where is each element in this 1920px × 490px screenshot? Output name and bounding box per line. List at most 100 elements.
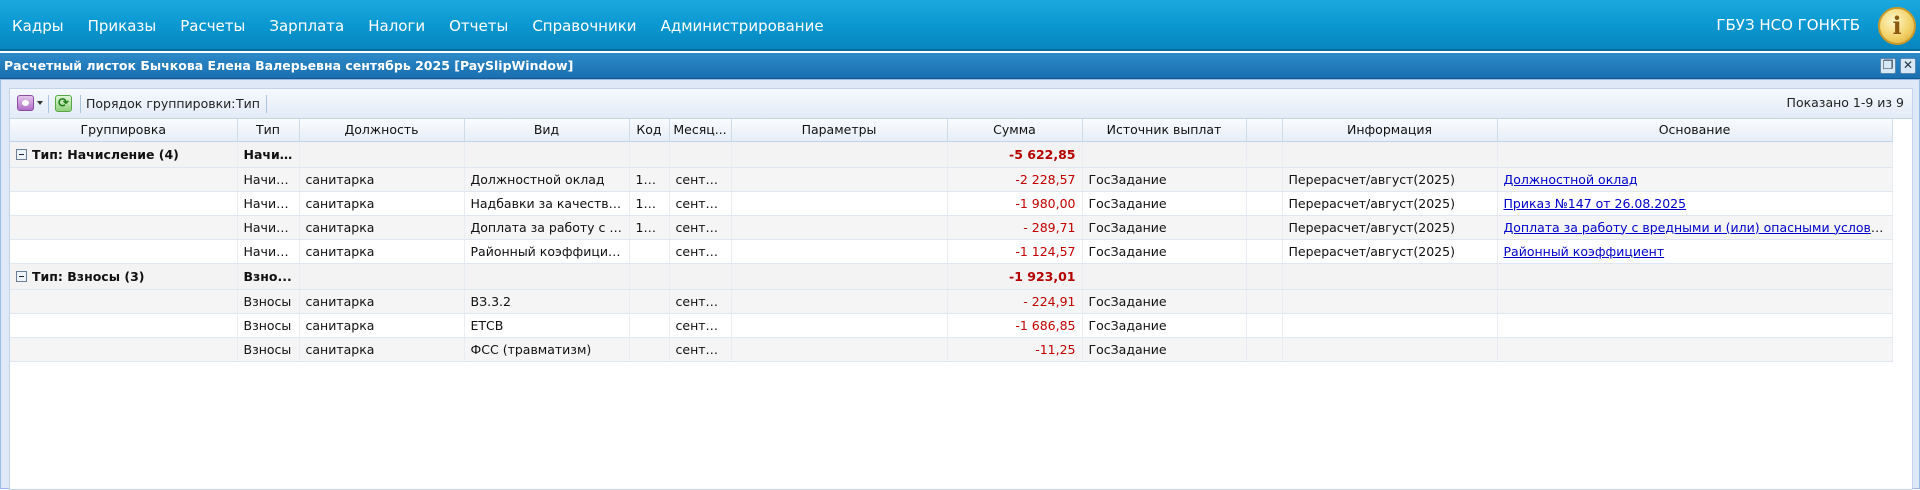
- sum-cell: - 224,91: [947, 289, 1083, 314]
- params-cell: [731, 313, 948, 338]
- sum-cell: - 289,71: [947, 215, 1083, 240]
- column-header-sum[interactable]: Сумма: [947, 119, 1083, 142]
- table-row[interactable]: Начис... санитарка Доплата за работу с в…: [10, 215, 1893, 240]
- menu-item-nalogi[interactable]: Налоги: [356, 17, 437, 35]
- source-cell: ГосЗадание: [1082, 289, 1247, 314]
- info-icon[interactable]: i: [1878, 7, 1916, 45]
- basis-cell: [1497, 313, 1893, 338]
- table-row[interactable]: Начис... санитарка Районный коэффициент …: [10, 239, 1893, 264]
- basis-link[interactable]: Приказ №147 от 26.08.2025: [1504, 196, 1687, 211]
- info-cell: Перерасчет/август(2025): [1282, 239, 1498, 264]
- grouping-order-label: Порядок группировки:: [86, 96, 236, 111]
- basis-cell: Доплата за работу с вредными и (или) опа…: [1497, 215, 1893, 240]
- params-cell: [731, 191, 948, 216]
- group-row-contributions[interactable]: Тип: Взносы (3) Взно... -1 923,01: [10, 263, 1893, 290]
- params-cell: [731, 239, 948, 264]
- group-sum-cell: -5 622,85: [947, 141, 1083, 168]
- table-header-row: Группировка Тип Должность Вид Код Месяц.…: [10, 119, 1893, 142]
- collapse-icon[interactable]: [16, 270, 27, 282]
- position-cell: санитарка: [299, 337, 465, 362]
- group-label: Тип: Начисление (4): [32, 146, 179, 162]
- params-cell: [731, 167, 948, 192]
- position-cell: санитарка: [299, 167, 465, 192]
- source-cell: ГосЗадание: [1082, 239, 1247, 264]
- column-header-kind[interactable]: Вид: [464, 119, 630, 142]
- type-cell: Начис...: [237, 191, 300, 216]
- basis-cell: Приказ №147 от 26.08.2025: [1497, 191, 1893, 216]
- type-cell: Начис...: [237, 239, 300, 264]
- table-row[interactable]: Взносы санитарка ЕТСВ сентя... -1 686,85…: [10, 313, 1893, 338]
- toolbar-separator: [80, 95, 81, 113]
- code-cell: [629, 239, 670, 264]
- info-cell: Перерасчет/август(2025): [1282, 215, 1498, 240]
- type-cell: Взносы: [237, 313, 300, 338]
- refresh-button[interactable]: ⟳: [52, 93, 74, 113]
- close-button[interactable]: ✕: [1900, 58, 1916, 74]
- grid-toolbar: ⟳ Порядок группировки: Тип Показано 1-9 …: [9, 88, 1913, 118]
- position-cell: санитарка: [299, 215, 465, 240]
- gear-icon: [17, 95, 34, 111]
- menu-item-kadry[interactable]: Кадры: [0, 17, 76, 35]
- kind-cell: Доплата за работу с в...: [464, 215, 630, 240]
- basis-cell: Должностной оклад: [1497, 167, 1893, 192]
- group-label-cell: Тип: Начисление (4): [10, 141, 238, 168]
- toolbar-separator: [48, 95, 49, 113]
- table-row[interactable]: Взносы санитарка ФСС (травматизм) сентя.…: [10, 337, 1893, 362]
- source-cell: ГосЗадание: [1082, 191, 1247, 216]
- column-header-payment-source[interactable]: Источник выплат: [1082, 119, 1247, 142]
- type-cell: Начис...: [237, 215, 300, 240]
- menu-item-raschety[interactable]: Расчеты: [168, 17, 257, 35]
- kind-cell: ВЗ.3.2: [464, 289, 630, 314]
- basis-cell: [1497, 337, 1893, 362]
- kind-cell: Должностной оклад: [464, 167, 630, 192]
- sum-cell: -1 686,85: [947, 313, 1083, 338]
- column-header-code[interactable]: Код: [629, 119, 670, 142]
- code-cell: 11...: [629, 167, 670, 192]
- menu-item-prikazy[interactable]: Приказы: [76, 17, 169, 35]
- paging-info: Показано 1-9 из 9: [1786, 95, 1904, 110]
- position-cell: санитарка: [299, 239, 465, 264]
- column-header-month[interactable]: Месяц...: [669, 119, 732, 142]
- params-cell: [731, 289, 948, 314]
- basis-cell: Районный коэффициент: [1497, 239, 1893, 264]
- maximize-button[interactable]: ❐: [1880, 58, 1896, 74]
- sum-cell: -1 980,00: [947, 191, 1083, 216]
- position-cell: санитарка: [299, 191, 465, 216]
- code-cell: 13...: [629, 191, 670, 216]
- menu-item-zarplata[interactable]: Зарплата: [257, 17, 356, 35]
- toolbar-separator: [266, 95, 267, 113]
- column-header-grouping[interactable]: Группировка: [10, 119, 238, 142]
- column-header-position[interactable]: Должность: [299, 119, 465, 142]
- source-cell: ГосЗадание: [1082, 215, 1247, 240]
- group-label: Тип: Взносы (3): [32, 268, 145, 284]
- sum-cell: -1 124,57: [947, 239, 1083, 264]
- basis-link[interactable]: Должностной оклад: [1504, 172, 1638, 187]
- organization-name: ГБУЗ НСО ГОНКТБ: [1716, 16, 1860, 34]
- column-header-parameters[interactable]: Параметры: [731, 119, 948, 142]
- table-row[interactable]: Начис... санитарка Надбавки за качество …: [10, 191, 1893, 216]
- table-row[interactable]: Взносы санитарка ВЗ.3.2 сентя... - 224,9…: [10, 289, 1893, 314]
- grouping-order-value[interactable]: Тип: [236, 89, 260, 119]
- basis-link[interactable]: Доплата за работу с вредными и (или) опа…: [1504, 220, 1892, 235]
- column-header-basis[interactable]: Основание: [1497, 119, 1893, 142]
- column-header-blank[interactable]: [1246, 119, 1283, 142]
- collapse-icon[interactable]: [16, 148, 27, 160]
- kind-cell: ФСС (травматизм): [464, 337, 630, 362]
- table-row[interactable]: Начис... санитарка Должностной оклад 11.…: [10, 167, 1893, 192]
- info-cell: [1282, 289, 1498, 314]
- top-navigation-bar: Кадры Приказы Расчеты Зарплата Налоги От…: [0, 0, 1920, 51]
- column-header-information[interactable]: Информация: [1282, 119, 1498, 142]
- main-menu: Кадры Приказы Расчеты Зарплата Налоги От…: [0, 0, 836, 51]
- group-row-accruals[interactable]: Тип: Начисление (4) Начи... -5 622,85: [10, 141, 1893, 168]
- payslip-window-body: ⟳ Порядок группировки: Тип Показано 1-9 …: [0, 79, 1920, 490]
- basis-link[interactable]: Районный коэффициент: [1504, 244, 1665, 259]
- group-type-cell: Начи...: [237, 141, 300, 168]
- chevron-down-icon: [37, 101, 43, 105]
- menu-item-otchety[interactable]: Отчеты: [437, 17, 520, 35]
- column-header-type[interactable]: Тип: [237, 119, 300, 142]
- code-cell: [629, 289, 670, 314]
- settings-menu-button[interactable]: [14, 93, 44, 113]
- code-cell: 12...: [629, 215, 670, 240]
- menu-item-administrirovanie[interactable]: Администрирование: [649, 17, 836, 35]
- menu-item-spravochniki[interactable]: Справочники: [520, 17, 648, 35]
